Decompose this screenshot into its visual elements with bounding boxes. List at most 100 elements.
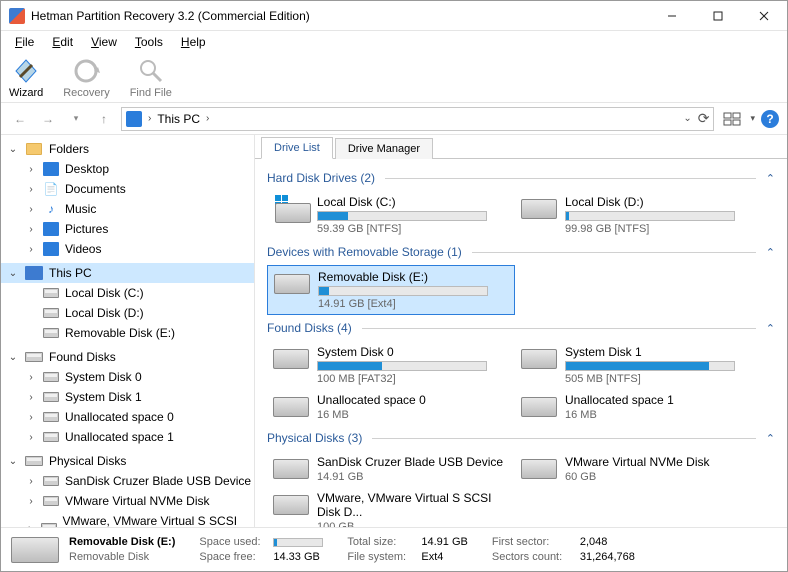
sidebar-item-unalloc0[interactable]: ›Unallocated space 0: [1, 407, 254, 427]
section-physical[interactable]: Physical Disks (3) ⌃: [267, 431, 775, 445]
disk-icon: [25, 352, 43, 362]
section-found[interactable]: Found Disks (4) ⌃: [267, 321, 775, 335]
sidebar-item-pictures[interactable]: ›Pictures: [1, 219, 254, 239]
section-hdd[interactable]: Hard Disk Drives (2) ⌃: [267, 171, 775, 185]
pictures-icon: [43, 222, 59, 236]
collapse-icon: ⌃: [766, 172, 775, 185]
search-icon: [137, 57, 165, 85]
sidebar-item-sandisk[interactable]: ›SanDisk Cruzer Blade USB Device: [1, 471, 254, 491]
tree-head-found[interactable]: ⌄ Found Disks: [1, 347, 254, 367]
menu-help[interactable]: Help: [173, 33, 214, 51]
drive-list: Hard Disk Drives (2) ⌃ Local Disk (C:) 5…: [255, 159, 787, 527]
tab-drive-manager[interactable]: Drive Manager: [335, 138, 433, 159]
sidebar-item-documents[interactable]: ›📄Documents: [1, 179, 254, 199]
sidebar: ⌄ Folders ›Desktop ›📄Documents ›♪Music ›…: [1, 135, 255, 527]
view-options-button[interactable]: [720, 109, 744, 129]
refresh-icon[interactable]: ⟳: [698, 110, 710, 127]
usage-bar: [565, 211, 735, 221]
nav-history-button[interactable]: ▾: [65, 108, 87, 130]
statusbar: Removable Disk (E:) Removable Disk Space…: [1, 527, 787, 571]
tab-drive-list[interactable]: Drive List: [261, 137, 333, 159]
close-button[interactable]: [741, 1, 787, 31]
music-icon: ♪: [43, 202, 59, 216]
menu-tools[interactable]: Tools: [127, 33, 171, 51]
wizard-button[interactable]: Wizard: [9, 57, 43, 99]
disk-icon: [43, 308, 59, 318]
menu-file[interactable]: File: [7, 33, 42, 51]
chevron-right-icon: ›: [146, 113, 153, 124]
disk-icon: [43, 476, 59, 486]
drive-scsi[interactable]: VMware, VMware Virtual S SCSI Disk D... …: [267, 487, 515, 527]
drive-icon: [273, 349, 309, 369]
nav-back-button[interactable]: ←: [9, 108, 31, 130]
collapse-icon: ⌃: [766, 246, 775, 259]
chevron-down-icon[interactable]: ▾: [750, 113, 755, 124]
tree-head-physical[interactable]: ⌄ Physical Disks: [1, 451, 254, 471]
sidebar-item-nvme[interactable]: ›VMware Virtual NVMe Disk: [1, 491, 254, 511]
drive-unalloc1[interactable]: Unallocated space 1 16 MB: [515, 389, 763, 425]
collapse-icon: ⌃: [766, 322, 775, 335]
drive-icon: [521, 397, 557, 417]
drive-icon: [11, 537, 59, 563]
drive-sysdisk1[interactable]: System Disk 1 505 MB [NTFS]: [515, 341, 763, 389]
chevron-down-icon[interactable]: ⌄: [683, 113, 691, 124]
sidebar-item-local-c[interactable]: Local Disk (C:): [1, 283, 254, 303]
navbar: ← → ▾ ↑ › This PC › ⌄ ⟳ ▾ ?: [1, 103, 787, 135]
drive-sandisk[interactable]: SanDisk Cruzer Blade USB Device 14.91 GB: [267, 451, 515, 487]
disk-icon: [43, 392, 59, 402]
maximize-button[interactable]: [695, 1, 741, 31]
drive-icon: [274, 274, 310, 294]
folder-icon: [26, 143, 42, 155]
disk-icon: [43, 432, 59, 442]
status-name: Removable Disk (E:): [69, 536, 175, 548]
tree-label: Folders: [49, 142, 89, 156]
drive-icon: [521, 459, 557, 479]
disk-icon: [43, 328, 59, 338]
sidebar-item-removable-e[interactable]: Removable Disk (E:): [1, 323, 254, 343]
drive-local-c[interactable]: Local Disk (C:) 59.39 GB [NTFS]: [267, 191, 515, 239]
drive-nvme[interactable]: VMware Virtual NVMe Disk 60 GB: [515, 451, 763, 487]
window-controls: [649, 1, 787, 31]
sidebar-item-local-d[interactable]: Local Disk (D:): [1, 303, 254, 323]
sidebar-item-scsi[interactable]: ›VMware, VMware Virtual S SCSI Disk Devi…: [1, 511, 254, 527]
minimize-button[interactable]: [649, 1, 695, 31]
disk-icon: [43, 496, 59, 506]
nav-up-button[interactable]: ↑: [93, 108, 115, 130]
menu-view[interactable]: View: [83, 33, 125, 51]
tree-head-folders[interactable]: ⌄ Folders: [1, 139, 254, 159]
nav-forward-button[interactable]: →: [37, 108, 59, 130]
window-title: Hetman Partition Recovery 3.2 (Commercia…: [31, 9, 649, 23]
sidebar-item-music[interactable]: ›♪Music: [1, 199, 254, 219]
drive-sysdisk0[interactable]: System Disk 0 100 MB [FAT32]: [267, 341, 515, 389]
drive-icon: [521, 349, 557, 369]
drive-unalloc0[interactable]: Unallocated space 0 16 MB: [267, 389, 515, 425]
tree-found: ⌄ Found Disks ›System Disk 0 ›System Dis…: [1, 347, 254, 447]
help-button[interactable]: ?: [761, 110, 779, 128]
sidebar-item-videos[interactable]: ›Videos: [1, 239, 254, 259]
tree-thispc: ⌄ This PC Local Disk (C:) Local Disk (D:…: [1, 263, 254, 343]
usage-bar: [317, 211, 487, 221]
desktop-icon: [43, 162, 59, 176]
sidebar-item-sysdisk1[interactable]: ›System Disk 1: [1, 387, 254, 407]
documents-icon: 📄: [43, 182, 59, 196]
status-usage-bar: [273, 538, 323, 547]
findfile-button[interactable]: Find File: [130, 57, 172, 99]
tree-head-thispc[interactable]: ⌄ This PC: [1, 263, 254, 283]
section-removable[interactable]: Devices with Removable Storage (1) ⌃: [267, 245, 775, 259]
wizard-label: Wizard: [9, 87, 43, 99]
expand-icon: ⌄: [7, 456, 19, 467]
menu-edit[interactable]: Edit: [44, 33, 81, 51]
tree-label: This PC: [49, 266, 92, 280]
drive-local-d[interactable]: Local Disk (D:) 99.98 GB [NTFS]: [515, 191, 763, 239]
menubar: File Edit View Tools Help: [1, 31, 787, 53]
sidebar-item-desktop[interactable]: ›Desktop: [1, 159, 254, 179]
drive-removable-e[interactable]: Removable Disk (E:) 14.91 GB [Ext4]: [267, 265, 515, 315]
sidebar-item-sysdisk0[interactable]: ›System Disk 0: [1, 367, 254, 387]
videos-icon: [43, 242, 59, 256]
toolbar: Wizard Recovery Find File: [1, 53, 787, 103]
sidebar-item-unalloc1[interactable]: ›Unallocated space 1: [1, 427, 254, 447]
tree-label: Found Disks: [49, 350, 116, 364]
disk-icon: [43, 412, 59, 422]
recovery-button[interactable]: Recovery: [63, 57, 109, 99]
breadcrumb[interactable]: › This PC › ⌄ ⟳: [121, 107, 714, 131]
